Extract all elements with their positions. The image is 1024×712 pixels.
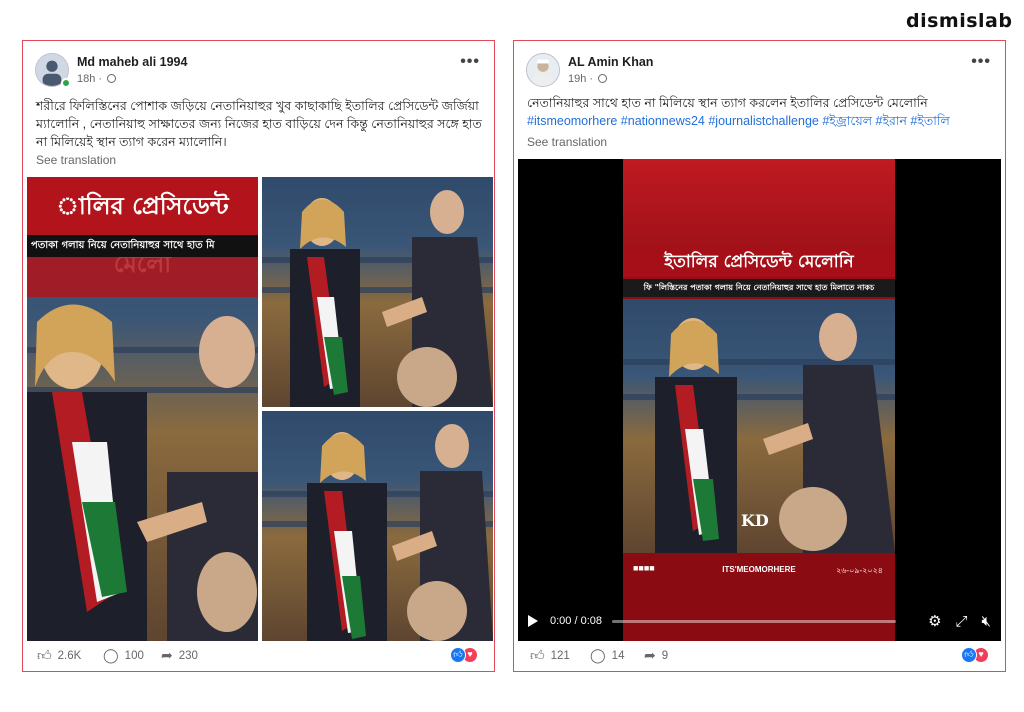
post-timestamp[interactable]: 18h · — [77, 73, 117, 85]
video-scene: KD — [623, 299, 895, 553]
globe-icon — [107, 74, 117, 83]
thumbs-up-icon: 👍︎ — [37, 647, 52, 663]
see-translation-link[interactable]: See translation — [36, 153, 116, 167]
online-status-dot — [61, 78, 71, 88]
comment-button[interactable]: ◯ 100 — [103, 647, 144, 664]
post-card-2: AL Amin Khan 19h · ••• নেতানিয়াহুর সাথে… — [513, 40, 1006, 672]
video-progress-bar[interactable] — [612, 619, 897, 623]
comments-count: 14 — [611, 649, 625, 662]
post-text: নেতানিয়াহুর সাথে হাত না মিলিয়ে স্থান ত… — [527, 94, 997, 130]
collage-tile-large: ালির প্রেসিডেন্ট মেলো পতাকা গলায় নিয়ে … — [27, 177, 258, 641]
comment-icon: ◯ — [103, 647, 119, 663]
share-button[interactable]: ➦ 230 — [161, 647, 198, 664]
likes-count: 2.6K — [57, 649, 82, 662]
channel-watermark: KD — [741, 511, 769, 530]
gear-icon[interactable]: ⚙ — [928, 612, 941, 630]
video-title-banner: ইতালির প্রেসিডেন্ট মেলোনি — [623, 247, 895, 277]
video-header-bg — [623, 159, 895, 299]
more-options-icon[interactable]: ••• — [971, 53, 991, 71]
woman-figure — [27, 304, 258, 641]
timestamp-text: 18h · — [77, 73, 103, 85]
comments-count: 100 — [124, 649, 144, 662]
like-button[interactable]: 👍︎ 2.6K — [37, 647, 81, 664]
like-reaction-icon: 👍︎ — [450, 647, 466, 663]
video-frame: ইতালির প্রেসিডেন্ট মেলোনি ফি "লিস্তিনের … — [623, 159, 895, 641]
reaction-summary[interactable]: 👍︎ ♥ — [450, 647, 482, 663]
see-translation-link[interactable]: See translation — [527, 135, 607, 149]
mute-icon[interactable]: 🔇︎ — [982, 613, 991, 630]
comment-button[interactable]: ◯ 14 — [590, 647, 624, 664]
reaction-summary[interactable]: 👍︎ ♥ — [961, 647, 993, 663]
timestamp-text: 19h · — [568, 73, 594, 85]
shares-count: 230 — [178, 649, 198, 662]
collage-tile-top — [262, 177, 493, 407]
likes-count: 121 — [550, 649, 570, 662]
post-text: শরীরে ফিলিস্তিনের পোশাক জড়িয়ে নেতানিয়… — [36, 99, 482, 149]
video-time: 0:00 / 0:08 — [550, 615, 602, 627]
play-icon[interactable] — [528, 615, 538, 627]
post-footer: 👍︎ 121 ◯ 14 ➦ 9 👍︎ ♥ — [514, 639, 1005, 671]
post-footer: 👍︎ 2.6K ◯ 100 ➦ 230 👍︎ ♥ — [23, 639, 494, 671]
video-date: ২৬-০৯-২০২৪ — [836, 566, 883, 575]
expand-icon[interactable]: ⤢ — [956, 613, 968, 630]
post-card-1: Md maheb ali 1994 18h · ••• শরীরে ফিলিস্… — [22, 40, 495, 672]
post-author[interactable]: Md maheb ali 1994 — [77, 55, 187, 69]
post-text-body: নেতানিয়াহুর সাথে হাত না মিলিয়ে স্থান ত… — [527, 96, 928, 110]
video-subtitle-strip: পতাকা গলায় নিয়ে নেতানিয়াহুর সাথে হাত … — [27, 235, 258, 257]
brand-logo: dismislab — [906, 10, 1013, 32]
video-controls: 0:00 / 0:08 ⚙ ⤢ 🔇︎ — [518, 601, 1001, 641]
post-timestamp[interactable]: 19h · — [568, 73, 608, 85]
shares-count: 9 — [661, 649, 669, 662]
more-options-icon[interactable]: ••• — [460, 53, 480, 71]
collage-tile-bottom — [262, 411, 493, 641]
share-button[interactable]: ➦ 9 — [644, 647, 668, 664]
banner-bottom — [27, 257, 258, 297]
post-hashtags[interactable]: #itsmeomorhere #nationnews24 #journalist… — [527, 114, 950, 128]
avatar[interactable] — [526, 53, 560, 87]
thumbs-up-icon: 👍︎ — [530, 647, 545, 663]
video-player[interactable]: ইতালির প্রেসিডেন্ট মেলোনি ফি "লিস্তিনের … — [518, 159, 1001, 641]
share-icon: ➦ — [644, 647, 656, 663]
post-image-collage[interactable]: ালির প্রেসিডেন্ট মেলো পতাকা গলায় নিয়ে … — [27, 177, 493, 641]
share-icon: ➦ — [161, 647, 173, 663]
post-author[interactable]: AL Amin Khan — [568, 55, 653, 69]
video-subtitle-strip: ফি "লিস্তিনের পতাকা গলায় নিয়ে নেতানিয়… — [623, 279, 895, 297]
like-reaction-icon: 👍︎ — [961, 647, 977, 663]
comment-icon: ◯ — [590, 647, 606, 663]
globe-icon — [598, 74, 608, 83]
like-button[interactable]: 👍︎ 121 — [530, 647, 570, 664]
video-title-banner: ালির প্রেসিডেন্ট মেলো — [27, 177, 258, 278]
